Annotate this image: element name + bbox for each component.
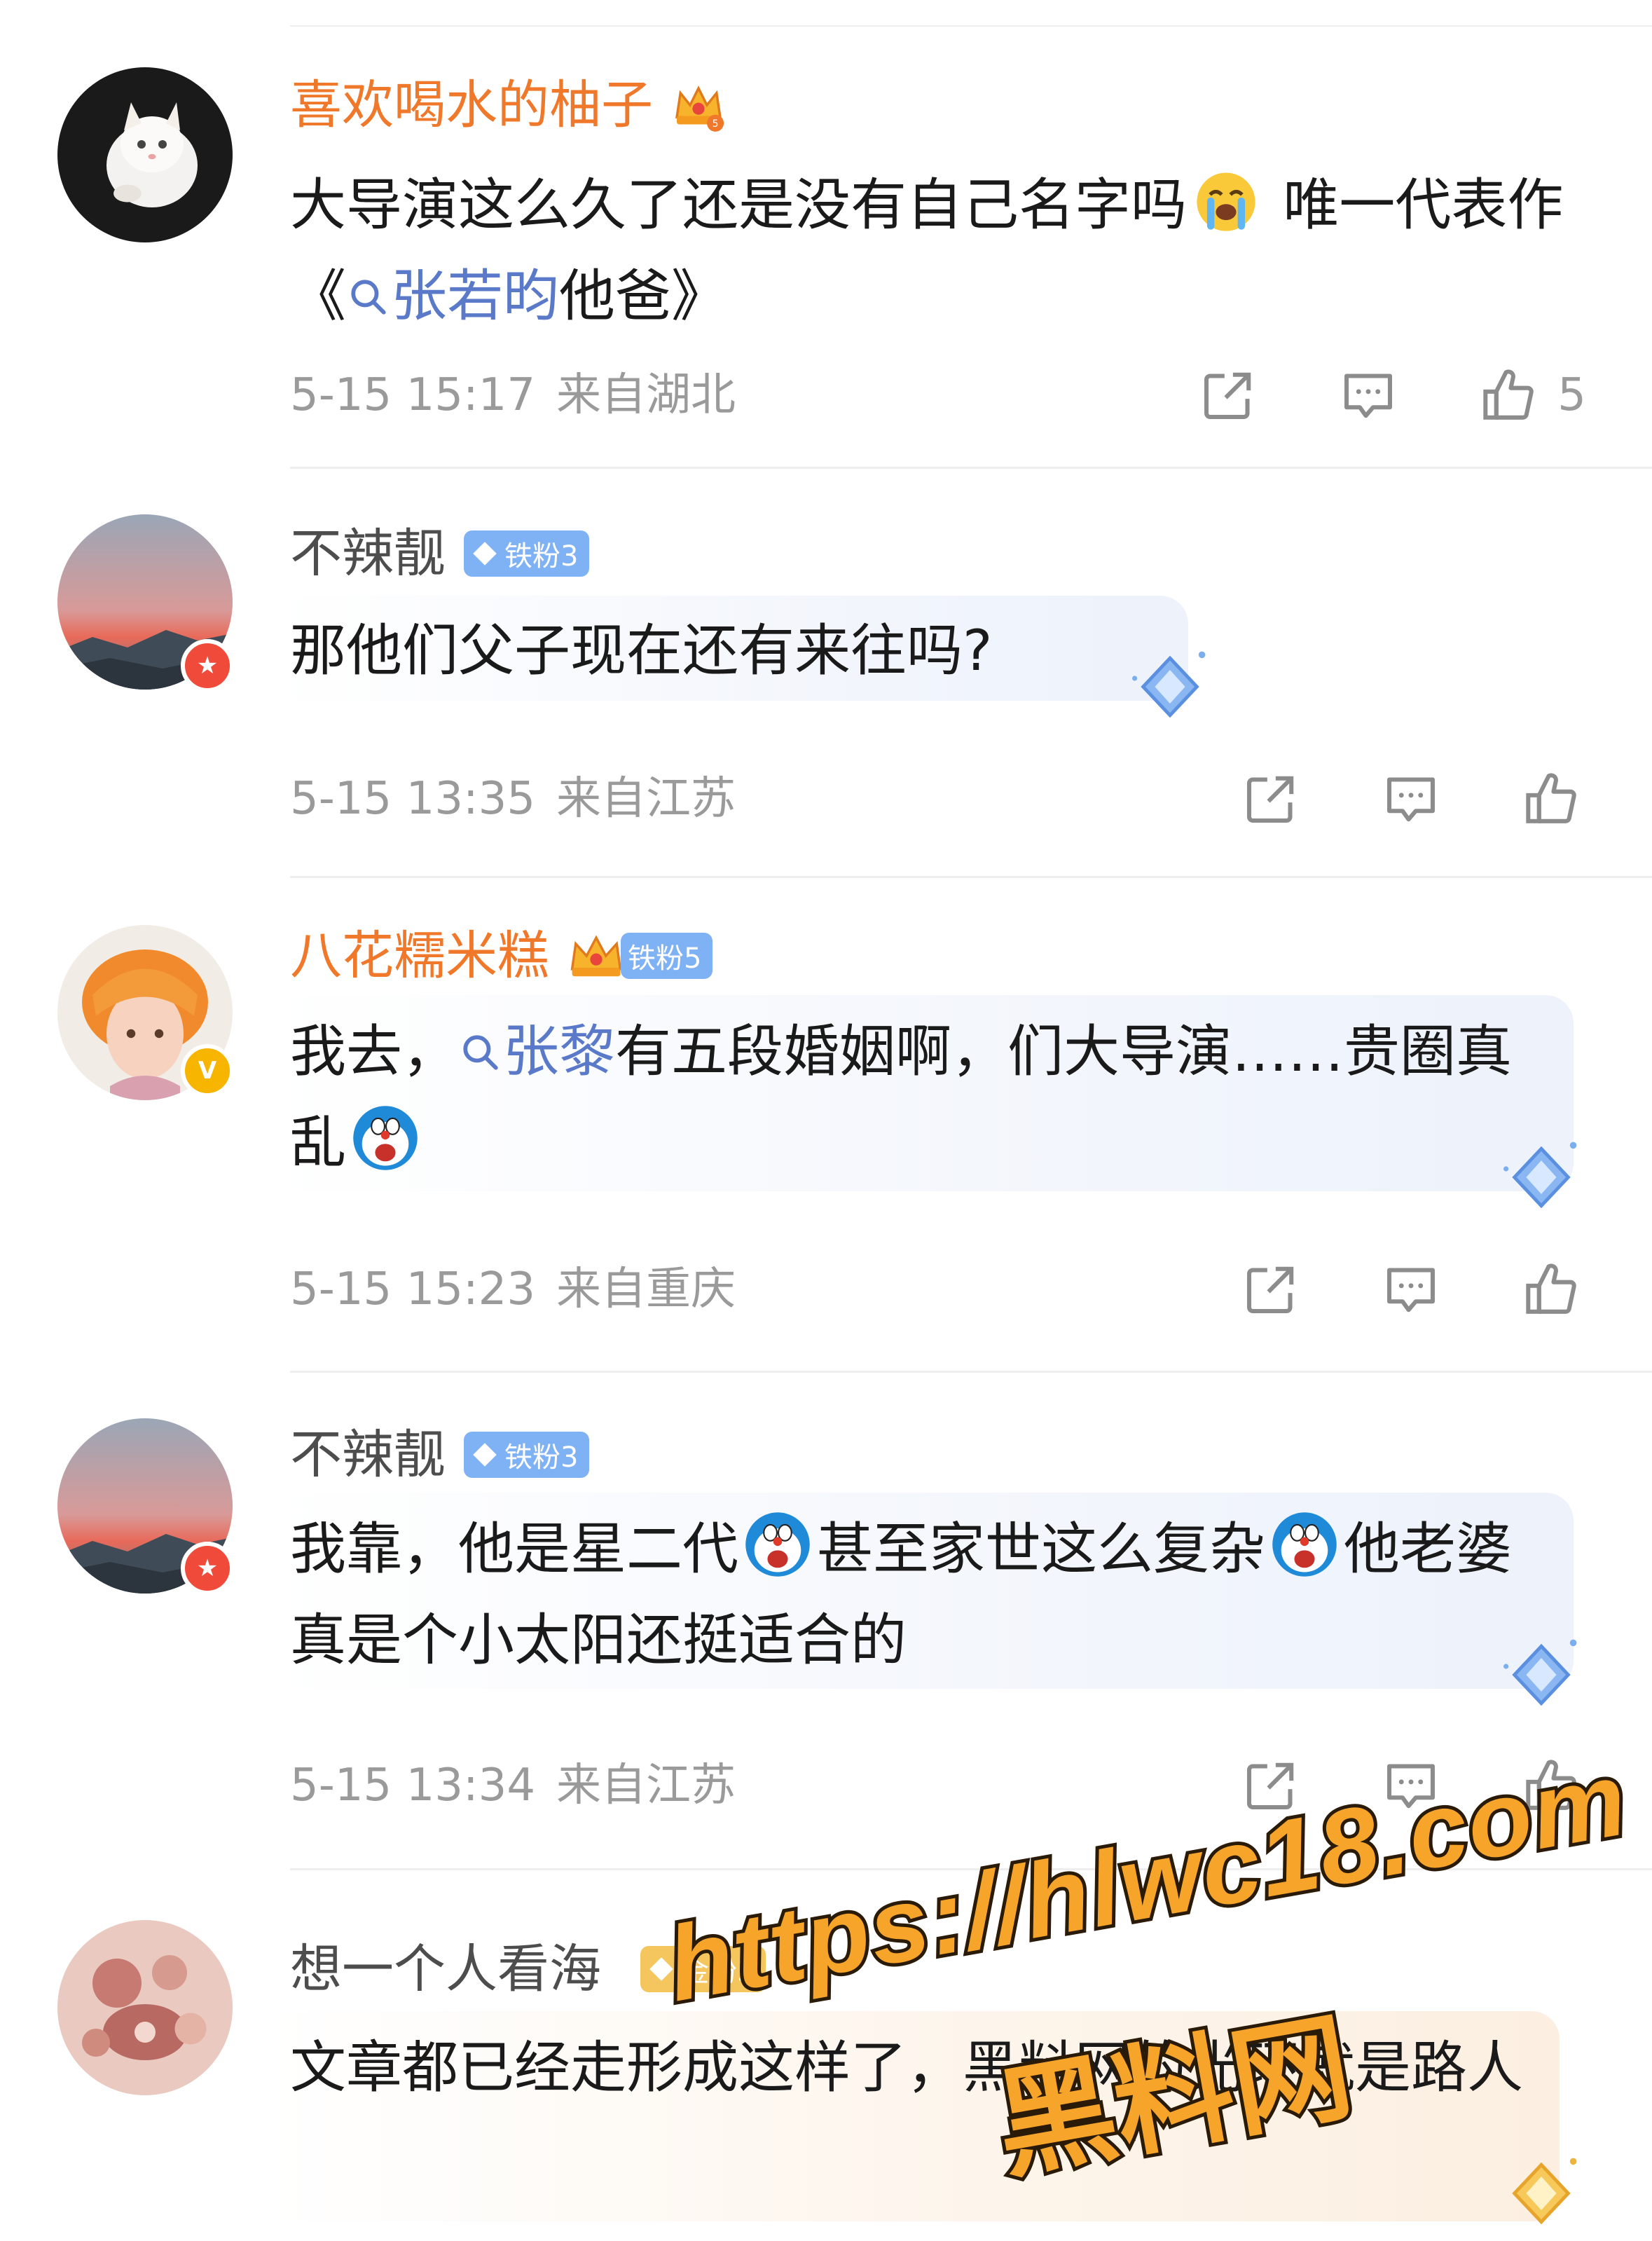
comment-actions (1166, 764, 1586, 834)
location: 来自江苏 (556, 1760, 736, 1811)
diamond-icon (473, 542, 497, 566)
avatar[interactable] (57, 1920, 233, 2095)
divider (290, 467, 1652, 469)
divider (290, 1868, 1652, 1870)
comment-meta: 5-15 13:35 来自江苏 (290, 771, 736, 827)
location: 来自湖北 (556, 369, 736, 421)
top-divider (290, 25, 1652, 27)
location: 来自重庆 (556, 1263, 736, 1315)
comment-icon (1387, 1268, 1435, 1313)
fan-badge: 金粉3 (640, 1946, 766, 1992)
doraemon-emoji (353, 1106, 418, 1170)
share-button[interactable] (1236, 764, 1306, 834)
comment-text: 那他们父子现在还有来往吗? (290, 618, 993, 683)
share-icon (1204, 372, 1251, 419)
verified-badge: ★ (181, 1542, 234, 1595)
doraemon-emoji (1272, 1512, 1337, 1577)
svg-text:5: 5 (713, 118, 719, 130)
fan-badge: 铁粉3 (464, 1432, 590, 1478)
comment-header: 喜欢喝水的柚子 5 (290, 70, 729, 140)
like-button[interactable] (1516, 1750, 1586, 1821)
fan-badge: 铁粉5 (621, 933, 713, 979)
verified-badge: V (181, 1044, 234, 1097)
share-icon (1247, 1266, 1294, 1313)
search-icon (463, 1035, 498, 1070)
diamond-icon (473, 1443, 497, 1467)
username[interactable]: 喜欢喝水的柚子 (290, 70, 653, 140)
timestamp: 5-15 15:17 (290, 369, 536, 421)
comment-icon (1387, 1764, 1435, 1809)
share-button[interactable] (1193, 360, 1263, 430)
crown-icon: 5 (675, 85, 724, 132)
comment-header: 不辣靓 铁粉3 (290, 1420, 590, 1490)
comment-icon (1387, 777, 1435, 822)
comment-text: 我靠，他是星二代 甚至家世这么复杂 他老婆真是个小太阳还挺适合的 (290, 1504, 1551, 1686)
divider (290, 876, 1652, 878)
timestamp: 5-15 13:35 (290, 773, 536, 825)
fan-badge: 铁粉3 (464, 530, 590, 577)
timestamp: 5-15 13:34 (290, 1760, 536, 1811)
username[interactable]: 不辣靓 (290, 519, 446, 589)
diamond-icon (1512, 2158, 1577, 2225)
like-icon (1526, 1760, 1576, 1810)
comment-header: 八花糯米糕 铁粉5 (290, 921, 713, 991)
reply-button[interactable] (1376, 764, 1446, 834)
username[interactable]: 想一个人看海 (290, 1934, 601, 2004)
crown-icon (570, 935, 622, 977)
share-button[interactable] (1236, 1254, 1306, 1324)
reply-button[interactable] (1376, 1750, 1446, 1821)
reply-button[interactable] (1376, 1254, 1446, 1324)
share-icon (1247, 1762, 1294, 1809)
like-count: 5 (1557, 369, 1586, 421)
verified-badge: ★ (181, 639, 234, 692)
like-button[interactable] (1473, 360, 1543, 430)
username[interactable]: 八花糯米糕 (290, 921, 549, 991)
doraemon-emoji (745, 1512, 810, 1577)
timestamp: 5-15 15:23 (290, 1263, 536, 1315)
comment-meta: 5-15 15:23 来自重庆 (290, 1261, 736, 1317)
like-button[interactable] (1516, 764, 1586, 834)
comment-header: 不辣靓 铁粉3 (290, 519, 590, 589)
like-icon (1526, 1263, 1576, 1314)
comment-text: 我去， 张黎有五段婚姻啊，们大导演……贵圈真乱 (290, 1019, 1512, 1175)
like-icon (1526, 773, 1576, 823)
divider (290, 1371, 1652, 1373)
comment-header: 想一个人看海 金粉3 (290, 1934, 766, 2004)
comment-actions (1166, 1254, 1586, 1324)
comment-meta: 5-15 13:34 来自江苏 (290, 1757, 736, 1814)
comment-text: 文章都已经走形成这样了，黑料网的光环就是路人 (290, 2035, 1523, 2100)
topic-link[interactable]: 张若昀 (346, 263, 559, 329)
location: 来自江苏 (556, 773, 736, 825)
share-icon (1247, 776, 1294, 823)
comment-actions: 5 (1123, 360, 1586, 430)
topic-link[interactable]: 张黎 (458, 1019, 615, 1084)
like-button[interactable] (1516, 1254, 1586, 1324)
share-button[interactable] (1236, 1750, 1306, 1821)
search-icon (351, 280, 386, 315)
crying-emoji (1197, 172, 1255, 231)
reply-button[interactable] (1333, 360, 1403, 430)
username[interactable]: 不辣靓 (290, 1420, 446, 1490)
avatar[interactable] (57, 67, 233, 242)
comment-text: 大导演这么久了还是没有自己名字吗 唯一代表作《 张若昀他爸》 (290, 160, 1593, 342)
diamond-icon (649, 1957, 673, 1981)
comment-icon (1344, 374, 1393, 418)
comment-meta: 5-15 15:17 来自湖北 (290, 367, 736, 423)
like-icon (1483, 369, 1534, 420)
comment-actions (1166, 1750, 1586, 1821)
